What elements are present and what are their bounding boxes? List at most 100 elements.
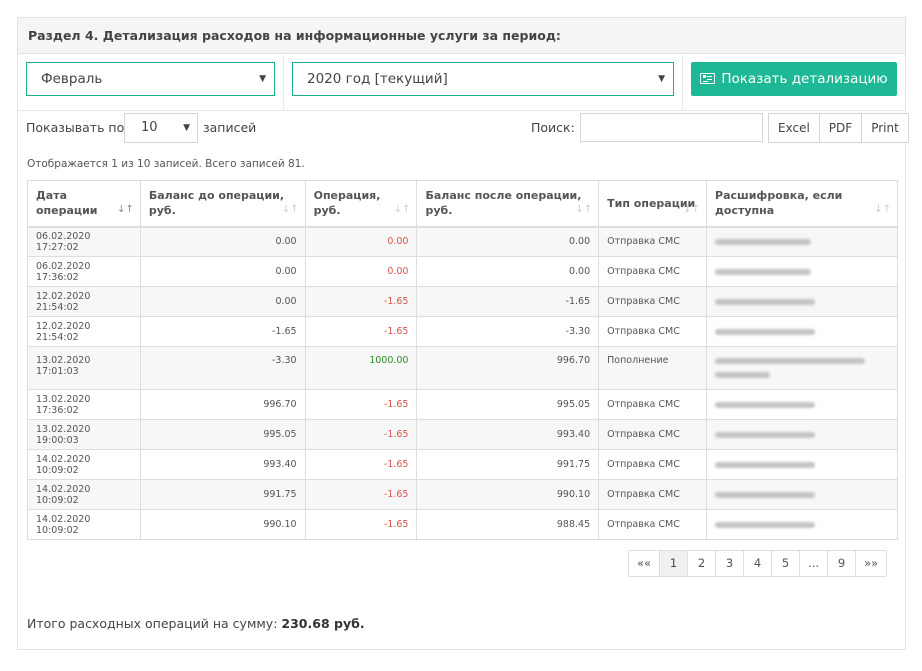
table-row: 12.02.2020 21:54:02 0.00 -1.65 -1.65 Отправк…: [27, 286, 898, 317]
year-select[interactable]: 2020 год [текущий] ▼: [292, 62, 674, 96]
cell-balance-before: 995.05: [139, 419, 306, 450]
column-header-description[interactable]: Расшифровка, если доступна ↓↑: [706, 180, 898, 228]
cell-balance-before: 990.10: [139, 509, 306, 540]
table-body: 06.02.2020 17:27:02 0.00 0.00 0.00 Отправка …: [27, 226, 898, 540]
pagination: «« 1 2 3 4 5... 9»»: [628, 550, 888, 577]
cell-balance-before: 996.70: [139, 389, 306, 420]
cell-balance-after: 0.00: [416, 226, 600, 257]
divider: [283, 55, 284, 111]
cell-operation: 0.00: [304, 226, 418, 257]
cell-date: 12.02.2020 21:54:02: [27, 286, 141, 317]
page-length-control: Показывать по 10 ▼ записей: [26, 113, 256, 143]
redacted-text: [715, 431, 816, 438]
cell-date: 12.02.2020 21:54:02: [27, 316, 141, 347]
sort-icon: ↓↑: [874, 203, 891, 215]
cell-balance-before: -1.65: [139, 316, 306, 347]
cell-balance-after: 0.00: [416, 256, 600, 287]
show-details-label: Показать детализацию: [721, 71, 888, 87]
pagination-item[interactable]: ...: [799, 551, 827, 576]
cell-balance-before: 0.00: [139, 256, 306, 287]
pagination-item[interactable]: 9: [827, 551, 855, 576]
cell-balance-before: 0.00: [139, 226, 306, 257]
table-row: 14.02.2020 10:09:02 993.40 -1.65 991.75 Отпр…: [27, 449, 898, 480]
column-header-balance-after[interactable]: Баланс после операции, руб. ↓↑: [416, 180, 600, 228]
page-length-value: 10: [141, 120, 158, 135]
chevron-down-icon: ▼: [183, 123, 190, 133]
sort-icon: ↓↑: [575, 203, 593, 215]
redacted-text: [715, 268, 812, 275]
cell-type: Отправка СМС: [598, 316, 708, 347]
export-excel-button[interactable]: Excel: [769, 114, 819, 142]
section-heading: Раздел 4. Детализация расходов на информ…: [18, 18, 905, 54]
export-pdf-button[interactable]: PDF: [818, 114, 861, 142]
pagination-item[interactable]: 1: [659, 551, 688, 576]
pagination-item[interactable]: ««: [629, 551, 659, 576]
cell-date: 13.02.2020 17:36:02: [27, 389, 141, 420]
cell-description: [706, 256, 898, 287]
column-header-type[interactable]: Тип операции ↓↑: [598, 180, 708, 228]
cell-type: Отправка СМС: [598, 389, 708, 420]
search-input[interactable]: [580, 113, 763, 142]
cell-description: [706, 226, 898, 257]
table-row: 06.02.2020 17:27:02 0.00 0.00 0.00 Отправка …: [27, 226, 898, 257]
chevron-down-icon: ▼: [658, 74, 665, 84]
cell-date: 14.02.2020 10:09:02: [27, 449, 141, 480]
details-panel: Раздел 4. Детализация расходов на информ…: [17, 17, 909, 650]
cell-balance-after: -3.30: [416, 316, 600, 347]
records-label: записей: [203, 120, 257, 135]
page-length-label: Показывать по: [26, 120, 125, 135]
cell-type: Пополнение: [598, 346, 708, 390]
chevron-down-icon: ▼: [259, 74, 266, 84]
print-button[interactable]: Print: [861, 114, 908, 142]
cell-operation: -1.65: [304, 389, 418, 420]
sort-icon: ↓↑: [117, 203, 134, 215]
cell-balance-before: 993.40: [139, 449, 306, 480]
column-header-balance-before[interactable]: Баланс до операции, руб. ↓↑: [139, 180, 306, 228]
export-buttons: Excel PDF Print: [768, 113, 909, 143]
cell-balance-after: 988.45: [416, 509, 600, 540]
month-select[interactable]: Февраль ▼: [26, 62, 275, 96]
cell-balance-after: 991.75: [416, 449, 600, 480]
pagination-item[interactable]: »»: [855, 551, 886, 576]
cell-type: Отправка СМС: [598, 419, 708, 450]
cell-type: Отправка СМС: [598, 256, 708, 287]
redacted-text: [715, 372, 771, 378]
cell-description: [706, 509, 898, 540]
pagination-item[interactable]: 3: [715, 551, 743, 576]
cell-description: [706, 449, 898, 480]
redacted-text: [715, 238, 812, 245]
cell-date: 14.02.2020 10:09:02: [27, 479, 141, 510]
cell-operation: 0.00: [304, 256, 418, 287]
total-label: Итого расходных операций на сумму:: [27, 616, 278, 631]
cell-operation: -1.65: [304, 286, 418, 317]
column-header-date[interactable]: Дата операции ↓↑: [27, 180, 141, 228]
total-value: 230.68 руб.: [281, 616, 365, 631]
cell-balance-after: 996.70: [416, 346, 600, 390]
cell-balance-before: -3.30: [139, 346, 306, 390]
cell-description: [706, 419, 898, 450]
sort-icon: ↓↑: [281, 203, 299, 215]
column-header-operation[interactable]: Операция, руб. ↓↑: [304, 180, 418, 228]
redacted-text: [715, 298, 816, 305]
month-select-value: Февраль: [41, 71, 103, 87]
pagination-item[interactable]: 2: [687, 551, 715, 576]
filter-bar: Февраль ▼ 2020 год [текущий] ▼ Показать …: [18, 55, 905, 111]
pagination-item[interactable]: 4: [743, 551, 771, 576]
redacted-text: [715, 521, 816, 528]
cell-balance-after: 993.40: [416, 419, 600, 450]
show-details-button[interactable]: Показать детализацию: [691, 62, 897, 96]
cell-date: 13.02.2020 17:01:03: [27, 346, 141, 390]
cell-description: [706, 389, 898, 420]
cell-date: 06.02.2020 17:36:02: [27, 256, 141, 287]
list-icon: [700, 73, 716, 84]
cell-balance-after: 990.10: [416, 479, 600, 510]
search-label: Поиск:: [531, 120, 575, 135]
page-length-select[interactable]: 10 ▼: [124, 113, 198, 143]
pagination-item[interactable]: 5: [771, 551, 799, 576]
cell-description: [706, 346, 898, 390]
cell-date: 14.02.2020 10:09:02: [27, 509, 141, 540]
cell-operation: -1.65: [304, 509, 418, 540]
redacted-text: [715, 491, 816, 498]
operations-table: Дата операции ↓↑ Баланс до операции, руб.…: [27, 180, 898, 540]
sort-icon: ↓↑: [683, 203, 701, 215]
